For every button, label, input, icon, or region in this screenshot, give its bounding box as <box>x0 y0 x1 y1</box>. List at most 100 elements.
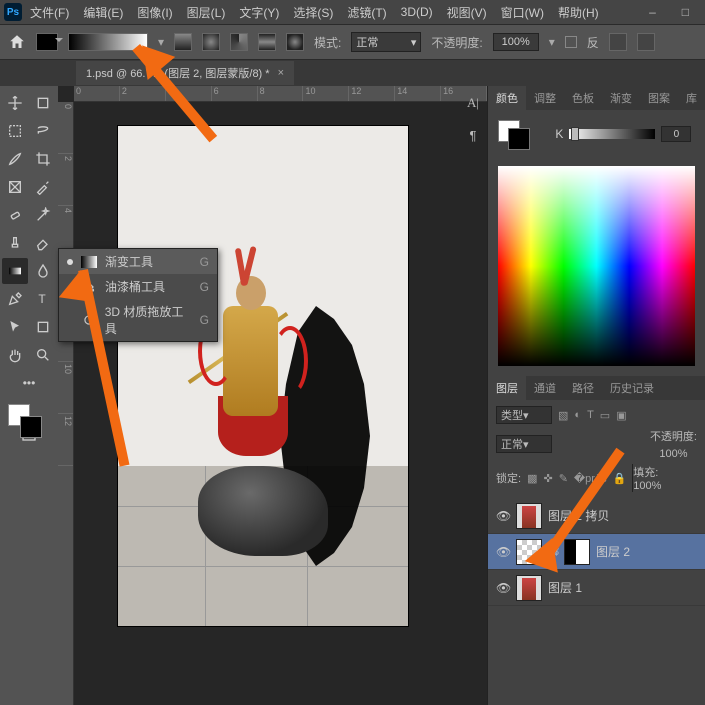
filter-type-icon[interactable]: T <box>587 409 594 422</box>
frame-tool-icon[interactable] <box>2 174 28 200</box>
marquee-tool-icon[interactable] <box>2 118 28 144</box>
color-swatches[interactable] <box>2 404 56 444</box>
move-tool-icon[interactable] <box>2 90 28 116</box>
wand-tool-icon[interactable] <box>30 202 56 228</box>
k-value[interactable]: 0 <box>661 126 691 142</box>
opacity-input[interactable]: 100% <box>493 33 539 51</box>
lasso-tool-icon[interactable] <box>30 118 56 144</box>
tab-library[interactable]: 库 <box>678 86 705 110</box>
layer-row[interactable]: 👁 图层 2 拷贝 <box>488 498 705 534</box>
menu-3d[interactable]: 3D(D) <box>395 3 439 21</box>
tab-layers[interactable]: 图层 <box>488 376 526 400</box>
edit-toolbar-icon[interactable]: ••• <box>2 370 56 396</box>
gradient-tool-icon[interactable] <box>2 258 28 284</box>
gradient-reflected-icon[interactable] <box>258 33 276 51</box>
slider-thumb[interactable] <box>571 127 579 141</box>
menu-help[interactable]: 帮助(H) <box>552 2 605 23</box>
filter-adjust-icon[interactable]: ◐ <box>574 409 581 422</box>
blur-tool-icon[interactable] <box>30 258 56 284</box>
visibility-icon[interactable]: 👁 <box>496 509 510 523</box>
visibility-icon[interactable]: 👁 <box>496 581 510 595</box>
tab-pattern[interactable]: 图案 <box>640 86 678 110</box>
layer-kind-select[interactable]: 类型 ▾ <box>496 406 552 424</box>
path-select-tool-icon[interactable] <box>2 314 28 340</box>
tab-color[interactable]: 颜色 <box>488 86 526 110</box>
tab-adjust[interactable]: 调整 <box>526 86 564 110</box>
fill-value[interactable]: 100% <box>633 480 661 492</box>
menu-layer[interactable]: 图层(L) <box>181 2 232 23</box>
color-spectrum[interactable] <box>498 166 695 366</box>
layer-row[interactable]: 👁 图层 1 <box>488 570 705 606</box>
menu-image[interactable]: 图像(I) <box>131 2 178 23</box>
gradient-linear-icon[interactable] <box>174 33 192 51</box>
stamp-tool-icon[interactable] <box>2 230 28 256</box>
layer-row[interactable]: 👁 ⛓ 图层 2 <box>488 534 705 570</box>
options-icon[interactable] <box>637 33 655 51</box>
blend-mode-select[interactable]: 正常▾ <box>351 32 421 52</box>
menu-edit[interactable]: 编辑(E) <box>77 2 129 23</box>
k-slider[interactable]: K 0 <box>555 126 691 142</box>
menu-file[interactable]: 文件(F) <box>24 2 75 23</box>
home-icon[interactable] <box>8 33 26 51</box>
chevron-down-icon[interactable]: ▾ <box>549 35 555 49</box>
ruler-horizontal[interactable]: 0246810121416 <box>74 86 487 102</box>
layers-panel-tabs: 图层 通道 路径 历史记录 <box>488 376 705 400</box>
lock-paint-icon[interactable]: ✎ <box>559 472 568 485</box>
tab-history[interactable]: 历史记录 <box>602 376 662 400</box>
color-swatches[interactable] <box>498 120 534 150</box>
document-tab[interactable]: 1.psd @ 66.7% (图层 2, 图层蒙版/8) * × <box>76 61 294 85</box>
type-tool-icon[interactable]: T <box>30 286 56 312</box>
menu-window[interactable]: 窗口(W) <box>495 2 550 23</box>
gradient-radial-icon[interactable] <box>202 33 220 51</box>
gradient-angle-icon[interactable] <box>230 33 248 51</box>
options-icon[interactable] <box>609 33 627 51</box>
crop-tool-icon[interactable] <box>30 146 56 172</box>
visibility-icon[interactable]: 👁 <box>496 545 510 559</box>
paragraph-panel-icon[interactable]: ¶ <box>470 124 477 146</box>
blend-select[interactable]: 正常 ▾ <box>496 435 552 453</box>
gradient-diamond-icon[interactable] <box>286 33 304 51</box>
menu-filter[interactable]: 滤镜(T) <box>341 2 392 23</box>
flyout-label: 3D 材质拖放工具 <box>105 303 192 337</box>
background-swatch[interactable] <box>20 416 42 438</box>
maximize-icon[interactable]: □ <box>676 3 695 21</box>
char-panel-icon[interactable]: A| <box>467 92 479 114</box>
zoom-tool-icon[interactable] <box>30 342 56 368</box>
hand-tool-icon[interactable] <box>2 342 28 368</box>
tab-gradient[interactable]: 渐变 <box>602 86 640 110</box>
menu-view[interactable]: 视图(V) <box>441 2 493 23</box>
flyout-item-3dmaterial[interactable]: 3D 材质拖放工具 G <box>59 299 217 341</box>
menu-select[interactable]: 选择(S) <box>287 2 339 23</box>
k-label: K <box>555 127 563 141</box>
eyedropper-tool-icon[interactable] <box>30 174 56 200</box>
artboard-tool-icon[interactable] <box>30 90 56 116</box>
healing-tool-icon[interactable] <box>2 202 28 228</box>
slider-track[interactable] <box>569 129 655 139</box>
layer-thumb[interactable] <box>516 575 542 601</box>
layer-name[interactable]: 图层 2 <box>596 543 630 560</box>
tool-preset-picker[interactable] <box>36 33 58 51</box>
document-canvas[interactable] <box>118 126 408 626</box>
reverse-checkbox[interactable] <box>565 36 577 48</box>
layer-thumb[interactable] <box>516 503 542 529</box>
tab-swatch[interactable]: 色板 <box>564 86 602 110</box>
filter-shape-icon[interactable]: ▭ <box>600 409 610 422</box>
filter-smart-icon[interactable]: ▣ <box>616 409 626 422</box>
lock-pixels-icon[interactable]: ▩ <box>527 472 537 485</box>
tab-paths[interactable]: 路径 <box>564 376 602 400</box>
menu-type[interactable]: 文字(Y) <box>233 2 285 23</box>
canvas-pedestal <box>198 466 328 556</box>
ruler-vertical[interactable]: 024681012 <box>58 102 74 705</box>
brush-tool-icon[interactable] <box>2 146 28 172</box>
opacity-value[interactable]: 100% <box>659 448 687 460</box>
filter-pixel-icon[interactable]: ▧ <box>558 409 568 422</box>
shortcut-key: G <box>200 255 209 269</box>
close-icon[interactable]: × <box>278 67 284 79</box>
tab-channels[interactable]: 通道 <box>526 376 564 400</box>
shape-tool-icon[interactable] <box>30 314 56 340</box>
pen-tool-icon[interactable] <box>2 286 28 312</box>
minimize-icon[interactable]: – <box>643 3 662 21</box>
lock-position-icon[interactable]: ✜ <box>543 472 552 485</box>
lock-all-icon[interactable]: 🔒 <box>613 472 627 485</box>
eraser-tool-icon[interactable] <box>30 230 56 256</box>
